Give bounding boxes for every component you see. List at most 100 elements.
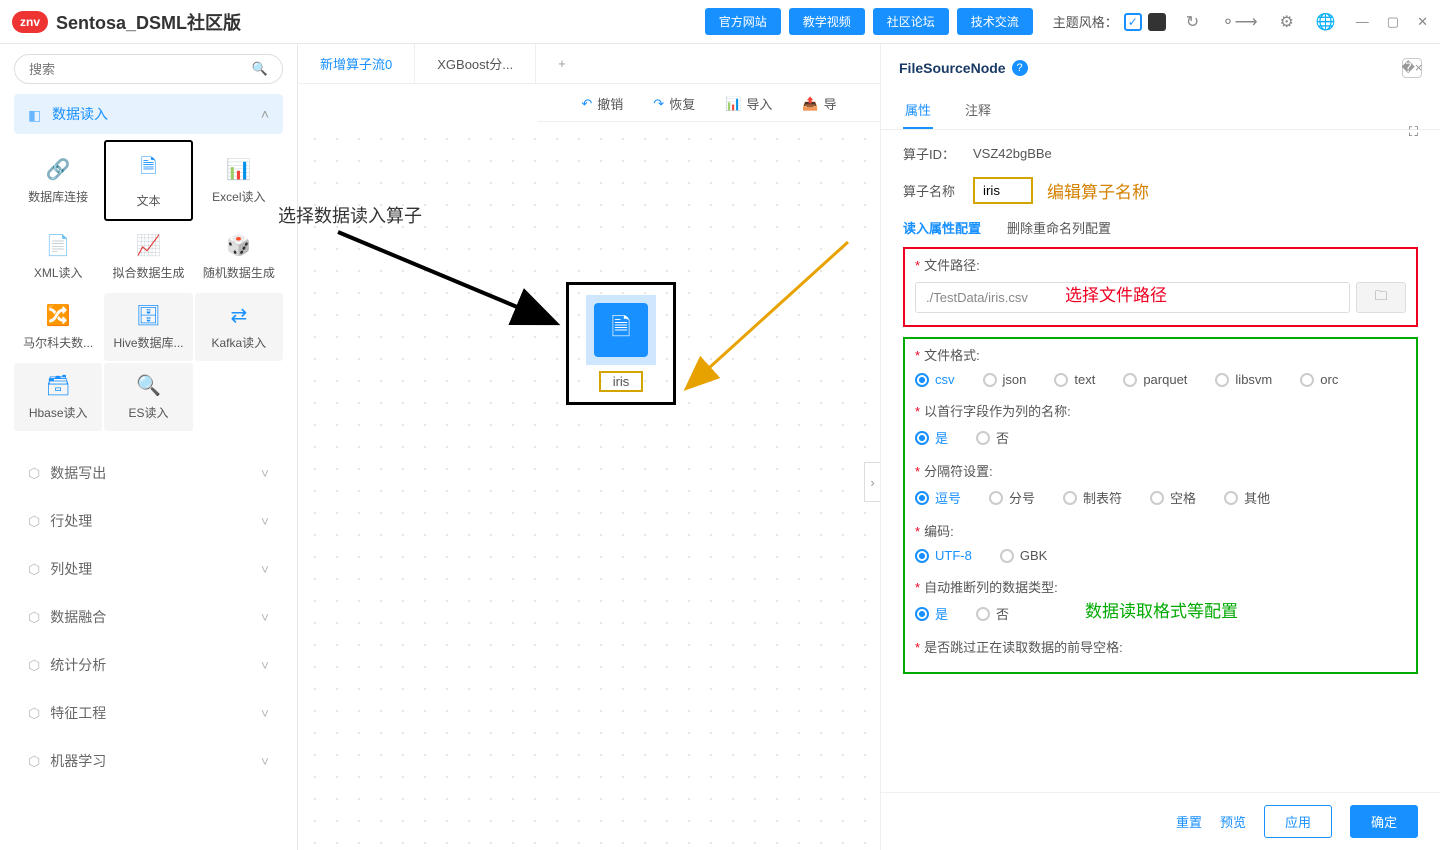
canvas-node-iris[interactable]: 🗎 iris <box>566 282 676 405</box>
category-list: ⬡数据写出˅⬡行处理˅⬡列处理˅⬡数据融合˅⬡统计分析˅⬡特征工程˅⬡机器学习˅ <box>14 449 283 785</box>
category-item[interactable]: ⬡列处理˅ <box>14 545 283 593</box>
operator-Hbase读入[interactable]: 🗃Hbase读入 <box>14 363 102 431</box>
graph-icon[interactable]: ⚬⟶ <box>1221 12 1257 32</box>
search-input[interactable] <box>29 62 252 77</box>
redo-button[interactable]: ↷恢复 <box>653 94 695 113</box>
radio-fileFormat-libsvm[interactable]: libsvm <box>1215 372 1272 387</box>
chevron-down-icon: ˅ <box>261 657 269 673</box>
operator-文本[interactable]: 🗎文本 <box>104 140 192 221</box>
workflow-tab[interactable]: XGBoost分... <box>415 44 536 83</box>
workflow-canvas[interactable]: 选择数据读入算子 🗎 iris › <box>298 122 880 850</box>
radio-fileFormat-orc[interactable]: orc <box>1300 372 1338 387</box>
category-item[interactable]: ⬡机器学习˅ <box>14 737 283 785</box>
panel-collapse-handle[interactable]: › <box>864 462 880 502</box>
file-icon: 🗎 <box>594 303 648 357</box>
top-nav-button[interactable]: 官方网站 <box>705 8 781 35</box>
minimize-icon[interactable]: — <box>1356 14 1369 30</box>
radio-icon <box>915 491 929 505</box>
radio-encoding-GBK[interactable]: GBK <box>1000 548 1047 563</box>
tab-comments[interactable]: 注释 <box>963 92 993 129</box>
operator-Hive数据库...[interactable]: 🗄Hive数据库... <box>104 293 192 361</box>
radio-fileFormat-text[interactable]: text <box>1054 372 1095 387</box>
operator-icon: 🗎 <box>140 152 156 186</box>
operator-Kafka读入[interactable]: ⇄Kafka读入 <box>195 293 283 361</box>
operator-XML读入[interactable]: 📄XML读入 <box>14 223 102 291</box>
theme-dark-toggle[interactable] <box>1148 13 1166 31</box>
category-item[interactable]: ⬡行处理˅ <box>14 497 283 545</box>
operator-icon: 🎲 <box>226 233 251 258</box>
operator-马尔科夫数...[interactable]: 🔀马尔科夫数... <box>14 293 102 361</box>
subtab-read-config[interactable]: 读入属性配置 <box>903 218 981 237</box>
op-id-label: 算子ID： <box>903 144 973 163</box>
radio-fileFormat-csv[interactable]: csv <box>915 372 955 387</box>
radio-fileFormat-parquet[interactable]: parquet <box>1123 372 1187 387</box>
file-path-input[interactable] <box>915 282 1350 313</box>
radio-delimiter-空格[interactable]: 空格 <box>1150 488 1196 507</box>
op-name-label: 算子名称 <box>903 181 973 200</box>
radio-header-是[interactable]: 是 <box>915 428 948 447</box>
preview-button[interactable]: 预览 <box>1220 812 1246 831</box>
op-name-input[interactable] <box>973 177 1033 204</box>
reset-button[interactable]: 重置 <box>1176 812 1202 831</box>
app-title: Sentosa_DSML社区版 <box>56 9 241 35</box>
top-nav-button[interactable]: 技术交流 <box>957 8 1033 35</box>
category-data-read[interactable]: ◧ 数据读入 ˄ <box>14 94 283 134</box>
search-icon[interactable]: 🔍 <box>252 61 268 77</box>
category-item[interactable]: ⬡数据写出˅ <box>14 449 283 497</box>
browse-button[interactable]: 🗀 <box>1356 282 1406 313</box>
ok-button[interactable]: 确定 <box>1350 805 1418 838</box>
settings-icon[interactable]: ⚙ <box>1280 12 1294 32</box>
radio-inferType-是[interactable]: 是 <box>915 604 948 623</box>
operator-Excel读入[interactable]: 📊Excel读入 <box>195 140 283 221</box>
operator-数据库连接[interactable]: 🔗数据库连接 <box>14 140 102 221</box>
tab-attributes[interactable]: 属性 <box>903 92 933 129</box>
radio-encoding-UTF-8[interactable]: UTF-8 <box>915 548 972 563</box>
workflow-tab[interactable]: 新增算子流0 <box>298 44 415 83</box>
refresh-icon[interactable]: ↻ <box>1186 12 1199 32</box>
radio-icon <box>1054 373 1068 387</box>
operator-grid: 🔗数据库连接🗎文本📊Excel读入 📄XML读入📈拟合数据生成🎲随机数据生成 🔀马尔… <box>14 134 283 441</box>
close-icon[interactable]: ✕ <box>1417 14 1428 30</box>
top-nav: 官方网站教学视频社区论坛技术交流 <box>705 8 1033 35</box>
radio-delimiter-逗号[interactable]: 逗号 <box>915 488 961 507</box>
theme-light-toggle[interactable]: ✓ <box>1124 13 1142 31</box>
maximize-icon[interactable]: ▢ <box>1387 14 1399 30</box>
radio-inferType-否[interactable]: 否 <box>976 604 1009 623</box>
radio-icon <box>976 431 990 445</box>
operator-icon: 📊 <box>226 157 251 182</box>
globe-icon[interactable]: 🌐 <box>1316 12 1336 32</box>
undo-button[interactable]: ↶撤销 <box>581 94 623 113</box>
search-box[interactable]: 🔍 <box>14 54 283 84</box>
operator-随机数据生成[interactable]: 🎲随机数据生成 <box>195 223 283 291</box>
radio-delimiter-其他[interactable]: 其他 <box>1224 488 1270 507</box>
panel-close-icon[interactable]: �× <box>1402 58 1422 78</box>
category-item[interactable]: ⬡特征工程˅ <box>14 689 283 737</box>
apply-button[interactable]: 应用 <box>1264 805 1332 838</box>
help-icon[interactable]: ? <box>1012 60 1028 76</box>
radio-delimiter-制表符[interactable]: 制表符 <box>1063 488 1122 507</box>
radio-fileFormat-json[interactable]: json <box>983 372 1027 387</box>
bullet-icon: ⬡ <box>28 561 40 578</box>
operator-icon: 🗃 <box>45 373 70 398</box>
import-button[interactable]: 📊导入 <box>725 94 772 113</box>
add-tab-button[interactable]: + <box>536 56 588 71</box>
operator-ES读入[interactable]: 🔍ES读入 <box>104 363 192 431</box>
workflow-tabs: 新增算子流0XGBoost分...+ <box>298 44 880 84</box>
category-item[interactable]: ⬡统计分析˅ <box>14 641 283 689</box>
operator-拟合数据生成[interactable]: 📈拟合数据生成 <box>104 223 192 291</box>
radio-icon <box>1224 491 1238 505</box>
subtab-rename-config[interactable]: 删除重命名列配置 <box>1007 218 1111 237</box>
top-nav-button[interactable]: 社区论坛 <box>873 8 949 35</box>
radio-delimiter-分号[interactable]: 分号 <box>989 488 1035 507</box>
radio-icon <box>1063 491 1077 505</box>
export-button[interactable]: 📤导 <box>802 94 836 113</box>
bullet-icon: ⬡ <box>28 465 40 482</box>
operator-icon: 🔗 <box>46 157 71 182</box>
operator-icon: ⇄ <box>230 303 247 328</box>
operator-icon: 🔍 <box>136 373 161 398</box>
radio-header-否[interactable]: 否 <box>976 428 1009 447</box>
category-item[interactable]: ⬡数据融合˅ <box>14 593 283 641</box>
op-id-value: VSZ42bgBBe <box>973 146 1052 161</box>
radio-icon <box>915 431 929 445</box>
top-nav-button[interactable]: 教学视频 <box>789 8 865 35</box>
